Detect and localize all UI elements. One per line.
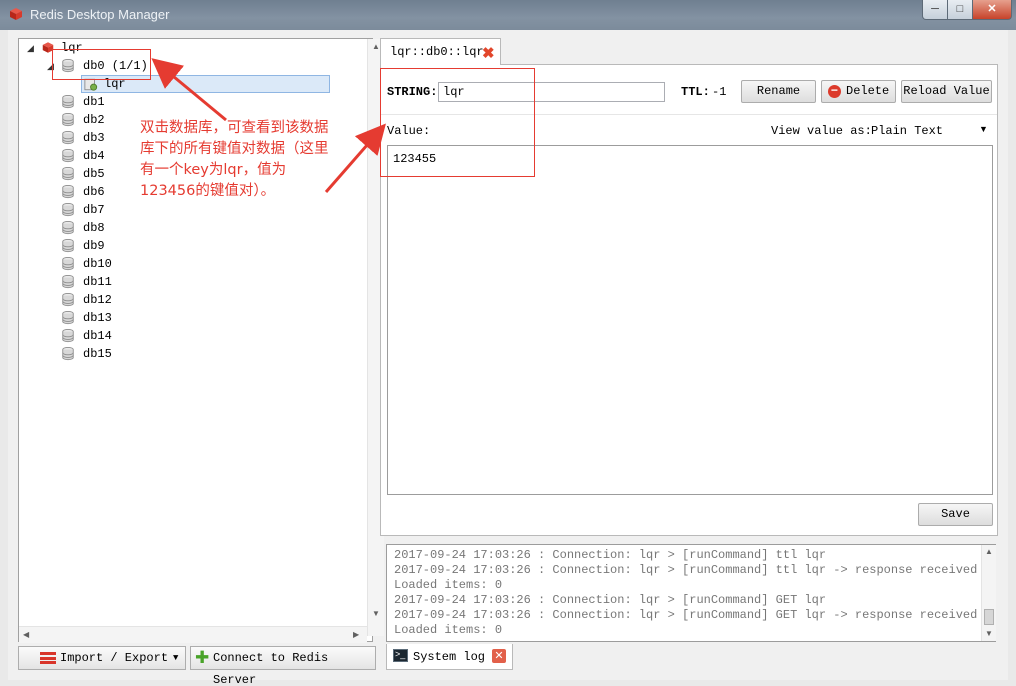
- arrow-to-db0: [151, 58, 227, 122]
- tab-label: lqr::db0::lqr: [390, 45, 484, 59]
- tab-key-lqr[interactable]: lqr::db0::lqr ✖: [380, 38, 501, 65]
- arrow-to-value: [324, 123, 386, 193]
- close-tab-icon[interactable]: ✖: [482, 44, 495, 62]
- annotation-arrows: [151, 58, 386, 193]
